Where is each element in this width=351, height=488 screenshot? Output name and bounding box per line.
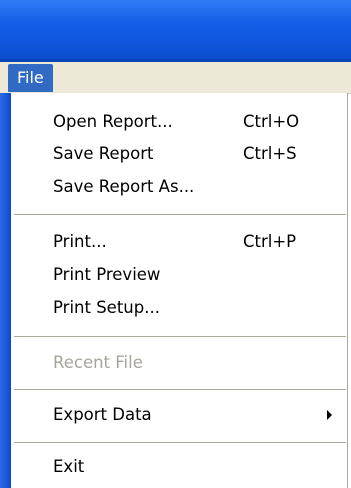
menu-item-open-report[interactable]: Open Report... Ctrl+O bbox=[11, 106, 347, 138]
menu-item-shortcut: Ctrl+P bbox=[243, 232, 297, 251]
menu-item-save-report[interactable]: Save Report Ctrl+S bbox=[11, 138, 347, 170]
menu-item-label: Print... bbox=[53, 232, 107, 251]
menu-item-exit[interactable]: Exit bbox=[11, 451, 347, 483]
menu-item-print[interactable]: Print... Ctrl+P bbox=[11, 226, 347, 258]
menu-item-label: Open Report... bbox=[53, 112, 173, 131]
window-left-edge bbox=[0, 93, 11, 488]
menu-item-label: Save Report bbox=[53, 144, 154, 163]
window-titlebar bbox=[0, 0, 351, 62]
menu-separator bbox=[14, 214, 346, 215]
menu-item-print-setup[interactable]: Print Setup... bbox=[11, 292, 347, 324]
menu-item-save-report-as[interactable]: Save Report As... bbox=[11, 171, 347, 203]
menu-item-export-data[interactable]: Export Data bbox=[11, 399, 347, 431]
menu-item-label: Recent File bbox=[53, 353, 143, 372]
menu-file[interactable]: File bbox=[8, 64, 53, 92]
menu-item-print-preview[interactable]: Print Preview bbox=[11, 259, 347, 291]
menu-item-label: Save Report As... bbox=[53, 177, 195, 196]
menu-item-label: Export Data bbox=[53, 405, 152, 424]
menu-item-shortcut: Ctrl+S bbox=[243, 144, 297, 163]
menu-item-label: Print Setup... bbox=[53, 298, 160, 317]
menu-item-label: Exit bbox=[53, 457, 85, 476]
menu-separator bbox=[14, 389, 346, 390]
menu-item-label: Print Preview bbox=[53, 265, 161, 284]
submenu-arrow-icon bbox=[327, 410, 332, 420]
menu-item-shortcut: Ctrl+O bbox=[243, 112, 300, 131]
menu-separator bbox=[14, 442, 346, 443]
file-menu-dropdown: Open Report... Ctrl+O Save Report Ctrl+S… bbox=[11, 93, 348, 488]
menu-separator bbox=[14, 336, 346, 337]
menu-bar: File bbox=[0, 62, 351, 94]
menu-item-recent-file: Recent File bbox=[11, 347, 347, 379]
